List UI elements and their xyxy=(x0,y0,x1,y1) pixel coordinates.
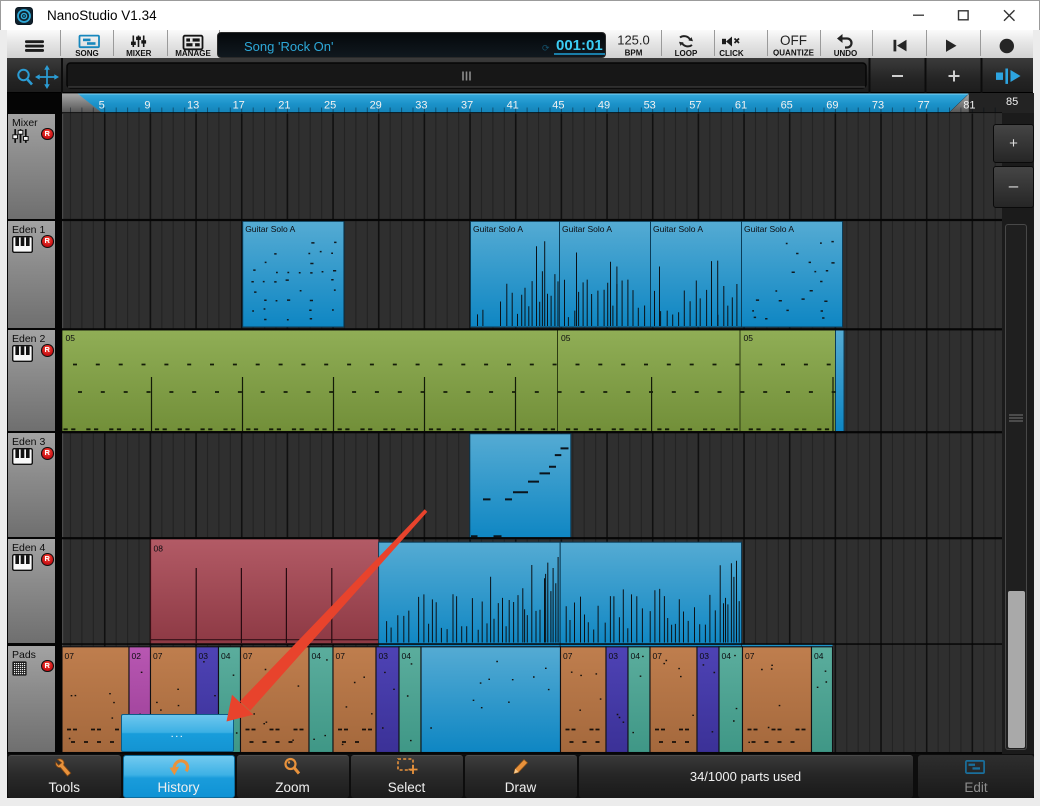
svg-text:SONG: SONG xyxy=(75,49,99,56)
svg-text:02: 02 xyxy=(132,651,142,661)
svg-text:25: 25 xyxy=(324,100,336,112)
svg-text:08: 08 xyxy=(154,544,164,554)
svg-text:53: 53 xyxy=(644,100,656,112)
svg-text:LOOP: LOOP xyxy=(675,49,698,56)
svg-text:Guitar Solo A: Guitar Solo A xyxy=(744,224,794,234)
svg-text:07: 07 xyxy=(65,651,75,661)
svg-text:QUANTIZE: QUANTIZE xyxy=(773,49,815,57)
svg-text:33: 33 xyxy=(415,100,427,112)
svg-text:03: 03 xyxy=(609,651,619,661)
svg-text:57: 57 xyxy=(689,100,701,112)
svg-text:04: 04 xyxy=(631,651,641,661)
svg-text:Guitar Solo A: Guitar Solo A xyxy=(653,224,703,234)
svg-text:77: 77 xyxy=(918,100,930,112)
svg-text:81: 81 xyxy=(963,100,975,112)
svg-text:MANAGE: MANAGE xyxy=(175,49,211,56)
svg-text:73: 73 xyxy=(872,100,884,112)
svg-text:125.0: 125.0 xyxy=(617,33,650,48)
svg-text:29: 29 xyxy=(370,100,382,112)
svg-text:17: 17 xyxy=(233,100,245,112)
svg-text:41: 41 xyxy=(507,100,519,112)
svg-text:07: 07 xyxy=(745,651,755,661)
svg-text:OFF: OFF xyxy=(780,33,807,48)
svg-text:UNDO: UNDO xyxy=(834,49,858,56)
svg-text:05: 05 xyxy=(66,333,76,343)
svg-text:49: 49 xyxy=(598,100,610,112)
svg-text:05: 05 xyxy=(744,333,754,343)
svg-text:21: 21 xyxy=(278,100,290,112)
svg-text:13: 13 xyxy=(187,100,199,112)
svg-text:07: 07 xyxy=(153,651,163,661)
svg-text:07: 07 xyxy=(653,651,663,661)
svg-text:69: 69 xyxy=(826,100,838,112)
svg-text:9: 9 xyxy=(144,100,150,112)
svg-text:45: 45 xyxy=(552,100,564,112)
svg-text:05: 05 xyxy=(561,333,571,343)
svg-text:MIXER: MIXER xyxy=(126,49,152,56)
svg-text:37: 37 xyxy=(461,100,473,112)
svg-text:Guitar Solo A: Guitar Solo A xyxy=(473,224,523,234)
svg-text:Guitar Solo A: Guitar Solo A xyxy=(245,224,295,234)
svg-text:BPM: BPM xyxy=(625,49,643,57)
svg-text:07: 07 xyxy=(563,651,573,661)
svg-text:61: 61 xyxy=(735,100,747,112)
svg-text:04: 04 xyxy=(814,651,824,661)
svg-text:65: 65 xyxy=(781,100,793,112)
svg-text:03: 03 xyxy=(700,651,710,661)
svg-text:Guitar Solo A: Guitar Solo A xyxy=(562,224,612,234)
svg-text:5: 5 xyxy=(99,100,105,112)
svg-text:04: 04 xyxy=(722,651,732,661)
svg-text:CLICK: CLICK xyxy=(719,49,744,56)
